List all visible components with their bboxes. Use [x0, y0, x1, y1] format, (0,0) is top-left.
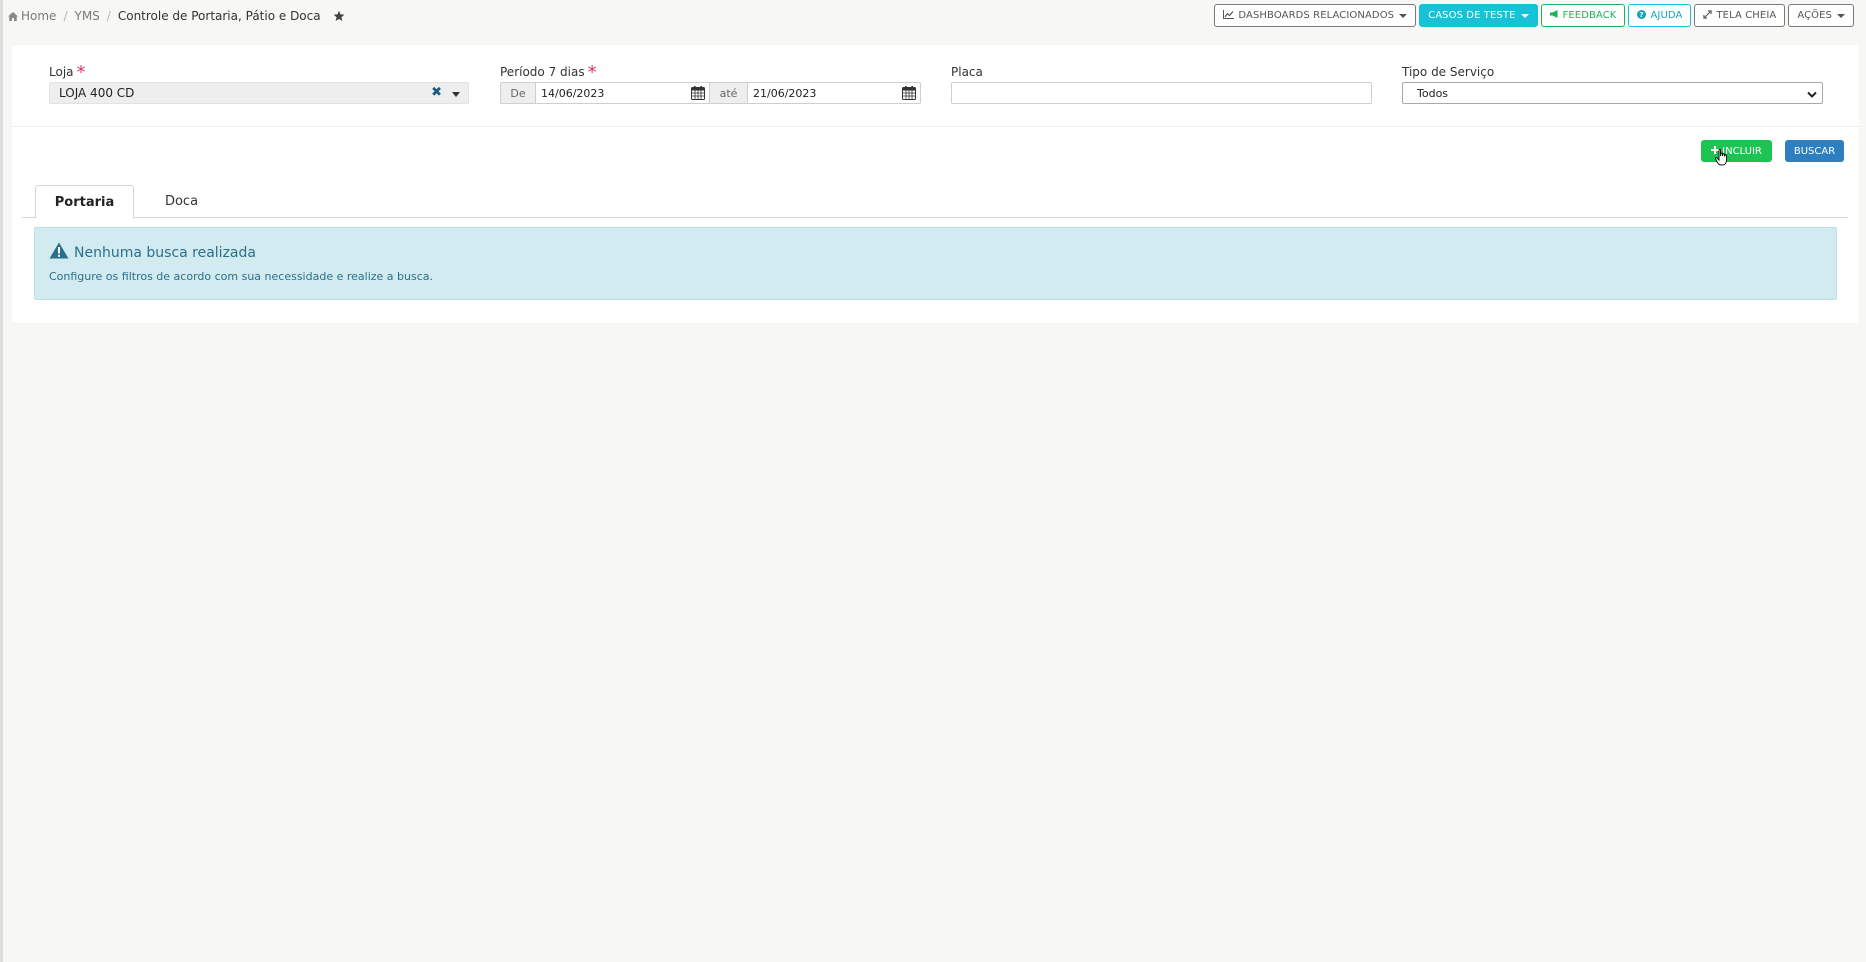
chevron-down-icon: [1837, 13, 1845, 18]
buscar-label: BUSCAR: [1793, 145, 1836, 157]
breadcrumb-separator: /: [106, 9, 111, 23]
ajuda-button[interactable]: ? AJUDA: [1628, 4, 1692, 27]
dashboards-label: DASHBOARDS RELACIONADOS: [1238, 10, 1395, 21]
calendar-icon[interactable]: [691, 86, 705, 103]
warning-icon: [49, 242, 69, 263]
placa-label: Placa: [951, 65, 983, 79]
loja-select[interactable]: LOJA 400 CD ✖: [49, 82, 469, 104]
megaphone-icon: [1549, 10, 1559, 21]
tab-doca[interactable]: Doca: [134, 185, 229, 218]
incluir-button[interactable]: INCLUIR: [1701, 140, 1772, 162]
placa-input[interactable]: [951, 82, 1372, 104]
page-title: Controle de Portaria, Pátio e Doca: [117, 9, 321, 23]
tabs-bar: Portaria Doca: [22, 185, 1848, 219]
acoes-button[interactable]: AÇÕES: [1788, 4, 1854, 27]
tab-portaria[interactable]: Portaria: [35, 185, 134, 219]
chevron-down-icon: [1399, 13, 1408, 18]
calendar-icon[interactable]: [902, 86, 916, 103]
alert-message: Configure os filtros de acordo com sua n…: [49, 270, 433, 283]
ate-addon: até: [710, 82, 748, 104]
acoes-label: AÇÕES: [1797, 10, 1832, 21]
tela-cheia-button[interactable]: TELA CHEIA: [1694, 4, 1786, 27]
hand-cursor-icon: [1714, 148, 1729, 169]
top-bar: Home / YMS / Controle de Portaria, Pátio…: [0, 0, 1866, 32]
home-icon: [8, 11, 18, 21]
filters-section: Loja * LOJA 400 CD ✖ Período 7 dias * De 1…: [12, 45, 1859, 127]
date-start-value: 14/06/2023: [541, 86, 605, 100]
left-edge-rule: [0, 0, 3, 962]
question-circle-icon: ?: [1637, 9, 1647, 22]
feedback-label: FEEDBACK: [1562, 10, 1617, 21]
tipo-servico-select[interactable]: Todos: [1402, 82, 1823, 104]
chevron-down-icon: [1520, 13, 1529, 18]
clear-selection-icon[interactable]: ✖: [431, 86, 442, 99]
date-end-value: 21/06/2023: [753, 86, 817, 100]
placa-field: Placa: [951, 65, 1372, 104]
favorite-star-icon[interactable]: [333, 10, 345, 22]
casos-de-teste-label: CASOS DE TESTE: [1428, 10, 1516, 21]
chevron-down-icon: [1807, 89, 1817, 102]
tipo-servico-field: Tipo de Serviço Todos: [1402, 65, 1823, 104]
main-panel: Loja * LOJA 400 CD ✖ Período 7 dias * De 1…: [12, 45, 1859, 323]
alert-title: Nenhuma busca realizada: [74, 244, 256, 261]
tipo-servico-selected-value: Todos: [1417, 86, 1449, 100]
loja-field: Loja * LOJA 400 CD ✖: [49, 62, 469, 104]
casos-de-teste-button[interactable]: CASOS DE TESTE: [1419, 4, 1538, 27]
svg-text:?: ?: [1640, 10, 1644, 19]
dashboards-relacionados-button[interactable]: DASHBOARDS RELACIONADOS: [1214, 4, 1417, 27]
line-chart-icon: [1223, 9, 1235, 22]
date-end-input[interactable]: 21/06/2023: [748, 82, 921, 104]
breadcrumb-separator: /: [63, 9, 68, 23]
ajuda-label: AJUDA: [1650, 10, 1683, 21]
periodo-label: Período 7 dias *: [500, 62, 597, 83]
required-marker: *: [587, 62, 597, 83]
periodo-field: Período 7 dias * De 14/06/2023 até 21/06/…: [500, 62, 921, 104]
top-actions: DASHBOARDS RELACIONADOS CASOS DE TESTE F…: [1214, 4, 1854, 27]
info-alert: Nenhuma busca realizada Configure os fil…: [34, 227, 1837, 300]
alert-title-row: Nenhuma busca realizada: [49, 242, 256, 263]
expand-icon: [1703, 9, 1713, 22]
breadcrumb-home-link[interactable]: Home: [21, 9, 56, 23]
loja-selected-value: LOJA 400 CD: [59, 86, 135, 100]
loja-label: Loja *: [49, 62, 86, 83]
date-range: De 14/06/2023 até 21/06/2023: [500, 82, 921, 104]
tela-cheia-label: TELA CHEIA: [1716, 10, 1777, 21]
tipo-servico-label: Tipo de Serviço: [1402, 65, 1495, 79]
feedback-button[interactable]: FEEDBACK: [1540, 4, 1626, 27]
date-start-input[interactable]: 14/06/2023: [536, 82, 710, 104]
de-addon: De: [500, 82, 536, 104]
buscar-button[interactable]: BUSCAR: [1785, 140, 1844, 162]
required-marker: *: [76, 62, 86, 83]
breadcrumb-yms-link[interactable]: YMS: [74, 9, 99, 23]
breadcrumb: Home / YMS / Controle de Portaria, Pátio…: [8, 8, 345, 24]
chevron-down-icon[interactable]: [452, 92, 460, 97]
